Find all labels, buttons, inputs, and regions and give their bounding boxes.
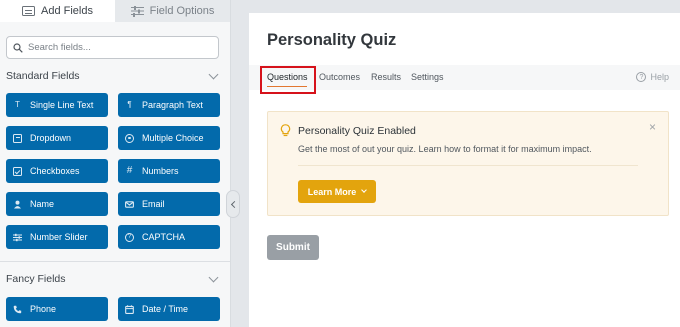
field-single-line-text[interactable]: T Single Line Text	[6, 93, 108, 117]
chevron-down-icon	[361, 187, 368, 193]
quiz-notice: Personality Quiz Enabled × Get the most …	[267, 111, 669, 216]
notice-body: Get the most of out your quiz. Learn how…	[298, 144, 592, 154]
field-label: CAPTCHA	[142, 232, 186, 242]
submit-button[interactable]: Submit	[267, 235, 319, 260]
learn-more-button[interactable]: Learn More	[298, 180, 376, 203]
tab-outcomes[interactable]: Outcomes	[319, 72, 360, 82]
tab-settings[interactable]: Settings	[411, 72, 444, 82]
help-link[interactable]: ? Help	[636, 72, 669, 82]
field-label: Name	[30, 199, 55, 209]
field-label: Date / Time	[142, 304, 189, 314]
field-name[interactable]: Name	[6, 192, 108, 216]
form-tabs: Questions Outcomes Results Settings ? He…	[249, 65, 680, 94]
collapse-sidebar-button[interactable]	[226, 190, 240, 218]
question-circle-icon: ?	[125, 232, 134, 242]
sliders-icon	[13, 233, 22, 241]
calendar-icon	[125, 304, 134, 314]
notice-divider	[298, 165, 638, 166]
field-label: Dropdown	[30, 133, 72, 143]
field-label: Number Slider	[30, 232, 88, 242]
fields-sidebar: Add Fields Field Options Standard Fields…	[0, 0, 231, 327]
search-icon	[13, 42, 23, 53]
help-circle-icon: ?	[636, 72, 647, 82]
help-label: Help	[650, 72, 669, 82]
chevron-left-icon	[230, 200, 238, 208]
form-title: Personality Quiz	[267, 31, 397, 49]
field-checkboxes[interactable]: Checkboxes	[6, 159, 108, 183]
field-multiple-choice[interactable]: Multiple Choice	[118, 126, 220, 150]
sliders-icon	[130, 5, 144, 16]
search-box	[6, 36, 219, 59]
checkbox-icon	[13, 166, 22, 176]
highlight-box	[260, 66, 316, 94]
tab-label: Field Options	[149, 5, 215, 17]
field-label: Numbers	[142, 166, 179, 176]
field-label: Email	[142, 199, 165, 209]
search-input[interactable]	[28, 42, 208, 53]
close-icon[interactable]: ×	[649, 120, 656, 134]
list-icon	[22, 6, 35, 16]
lightbulb-icon	[280, 124, 291, 137]
standard-fields-header[interactable]: Standard Fields	[6, 69, 220, 82]
field-captcha[interactable]: ? CAPTCHA	[118, 225, 220, 249]
section-divider	[0, 261, 230, 262]
paragraph-icon: ¶	[127, 100, 132, 109]
fancy-fields-header[interactable]: Fancy Fields	[6, 272, 220, 285]
field-label: Single Line Text	[30, 100, 94, 110]
field-label: Paragraph Text	[142, 100, 203, 110]
field-label: Phone	[30, 304, 57, 314]
field-paragraph-text[interactable]: ¶ Paragraph Text	[118, 93, 220, 117]
tab-label: Add Fields	[41, 5, 93, 17]
field-email[interactable]: Email	[118, 192, 220, 216]
field-label: Multiple Choice	[142, 133, 204, 143]
user-icon	[14, 200, 21, 208]
phone-icon	[13, 305, 22, 313]
field-phone[interactable]: Phone	[6, 297, 108, 321]
chevron-down-icon	[208, 272, 219, 283]
field-dropdown[interactable]: Dropdown	[6, 126, 108, 150]
field-date-time[interactable]: Date / Time	[118, 297, 220, 321]
field-label: Checkboxes	[30, 166, 80, 176]
standard-fields-grid: T Single Line Text ¶ Paragraph Text Drop…	[6, 93, 220, 249]
tab-add-fields[interactable]: Add Fields	[0, 0, 115, 22]
tab-field-options[interactable]: Field Options	[115, 0, 230, 22]
radio-icon	[125, 133, 134, 143]
dropdown-icon	[13, 133, 22, 143]
text-cursor-icon: T	[15, 100, 20, 109]
sidebar-tabs: Add Fields Field Options	[0, 0, 230, 22]
field-number-slider[interactable]: Number Slider	[6, 225, 108, 249]
section-title: Fancy Fields	[6, 273, 66, 285]
chevron-down-icon	[208, 69, 219, 80]
notice-title: Personality Quiz Enabled	[298, 125, 416, 137]
field-numbers[interactable]: # Numbers	[118, 159, 220, 183]
section-title: Standard Fields	[6, 70, 80, 82]
tab-results[interactable]: Results	[371, 72, 401, 82]
hash-icon: #	[126, 165, 133, 176]
fancy-fields-grid: Phone Date / Time	[6, 297, 220, 321]
form-preview: Personality Quiz Questions Outcomes Resu…	[249, 13, 680, 327]
learn-more-label: Learn More	[307, 186, 357, 197]
envelope-icon	[125, 200, 134, 208]
